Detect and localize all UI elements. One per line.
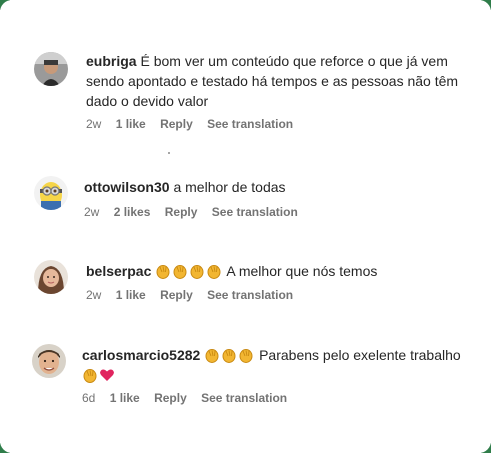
comment-username[interactable]: belserpac xyxy=(86,263,151,279)
comment-meta: 2w 1 like Reply See translation xyxy=(86,117,304,131)
comment-username[interactable]: carlosmarcio5282 xyxy=(82,347,200,363)
clapping-hands-emoji-icon xyxy=(172,263,188,279)
comment-meta: 6d 1 like Reply See translation xyxy=(82,391,298,405)
red-heart-emoji-icon xyxy=(99,367,115,383)
comment-meta: 2w 2 likes Reply See translation xyxy=(84,205,309,219)
avatar[interactable] xyxy=(34,260,68,294)
reply-button[interactable]: Reply xyxy=(165,205,198,219)
divider-dot xyxy=(168,152,170,154)
clapping-hands-emoji-icon xyxy=(221,347,237,363)
clapping-hands-emoji-icon xyxy=(155,263,171,279)
comment-likes[interactable]: 1 like xyxy=(110,391,140,405)
reply-button[interactable]: Reply xyxy=(160,117,193,131)
avatar[interactable] xyxy=(34,176,68,210)
comment-meta: 2w 1 like Reply See translation xyxy=(86,288,304,302)
see-translation-button[interactable]: See translation xyxy=(207,288,293,302)
reply-button[interactable]: Reply xyxy=(160,288,193,302)
see-translation-button[interactable]: See translation xyxy=(212,205,298,219)
comment-likes[interactable]: 2 likes xyxy=(114,205,151,219)
comment-text: Parabens pelo exelente trabalho xyxy=(259,347,461,363)
clapping-hands-emoji-icon xyxy=(189,263,205,279)
comment-likes[interactable]: 1 like xyxy=(116,117,146,131)
clapping-hands-emoji-icon xyxy=(238,347,254,363)
clapping-hands-emoji-icon xyxy=(82,367,98,383)
comment-username[interactable]: ottowilson30 xyxy=(84,179,170,195)
comment-text: É bom ver um conteúdo que reforce o que … xyxy=(86,53,459,109)
see-translation-button[interactable]: See translation xyxy=(207,117,293,131)
comment-likes[interactable]: 1 like xyxy=(116,288,146,302)
comment-text: a melhor de todas xyxy=(173,179,286,195)
comment-text: A melhor que nós temos xyxy=(226,263,378,279)
avatar[interactable] xyxy=(32,344,66,378)
clapping-hands-emoji-icon xyxy=(204,347,220,363)
avatar[interactable] xyxy=(34,52,68,86)
comment-username[interactable]: eubriga xyxy=(86,53,137,69)
comment-time[interactable]: 2w xyxy=(84,205,99,219)
clapping-hands-emoji-icon xyxy=(206,263,222,279)
comment-time[interactable]: 2w xyxy=(86,117,101,131)
see-translation-button[interactable]: See translation xyxy=(201,391,287,405)
comment-time[interactable]: 6d xyxy=(82,391,95,405)
comment-time[interactable]: 2w xyxy=(86,288,101,302)
reply-button[interactable]: Reply xyxy=(154,391,187,405)
